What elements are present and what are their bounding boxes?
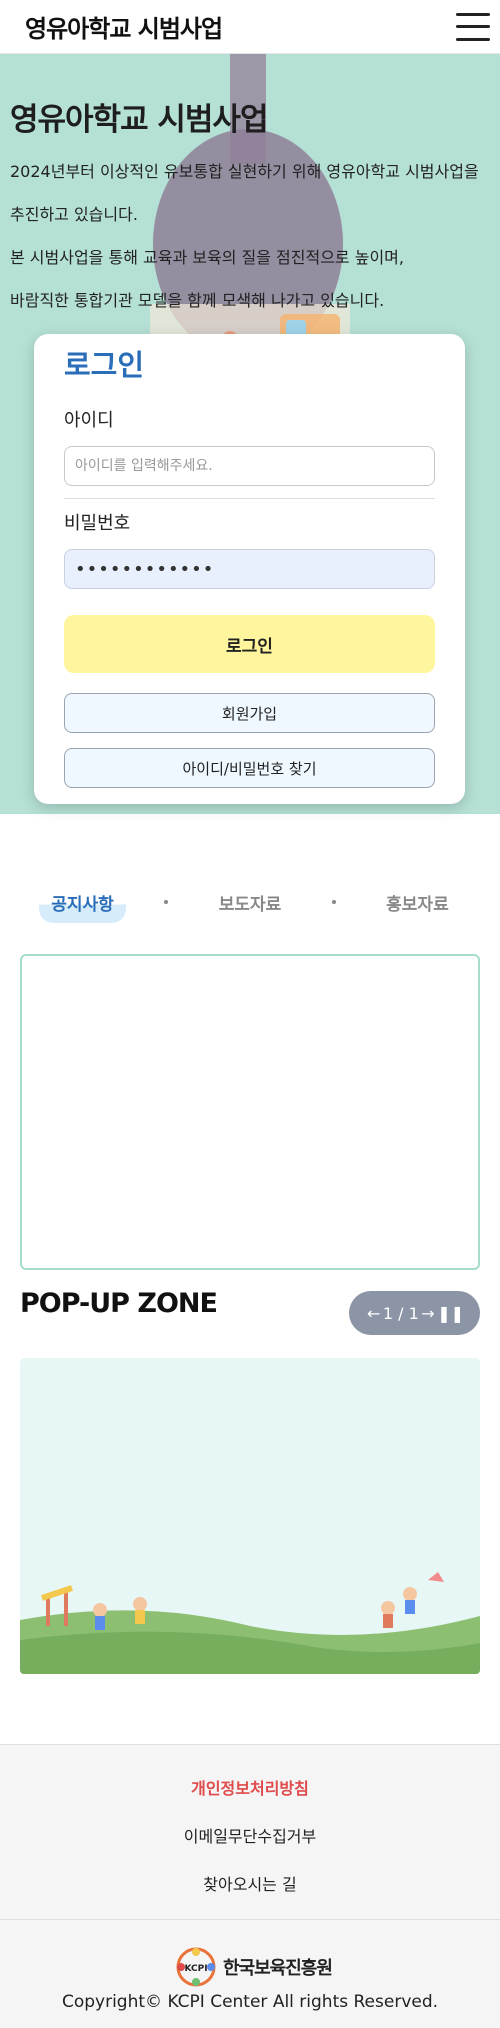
footer-links: 개인정보처리방침 이메일무단수집거부 찾아오시는 길 [0,1744,500,1920]
popup-banner-illustration [20,1572,480,1674]
password-label: 비밀번호 [64,513,131,534]
tab-separator [331,900,336,904]
hero-text: 영유아학교 시범사업 2024년부터 이상적인 유보통합 실현하기 위해 영유아… [10,94,495,333]
site-header: 영유아학교 시범사업 [0,0,500,54]
find-account-button[interactable]: 아이디/비밀번호 찾기 [64,748,435,788]
password-input[interactable] [64,549,435,589]
hero-desc-line: 2024년부터 이상적인 유보통합 실현하기 위해 영유아학교 시범사업을 [10,162,479,181]
privacy-policy-link[interactable]: 개인정보처리방침 [0,1775,500,1799]
popup-banner[interactable] [20,1358,480,1674]
hero-title: 영유아학교 시범사업 [10,102,268,138]
site-title[interactable]: 영유아학교 시범사업 [25,9,223,44]
footer-bottom: KCPI 한국보육진흥원 Copyright© KCPI Center All … [0,1920,500,2028]
id-label: 아이디 [64,410,114,431]
email-refusal-link[interactable]: 이메일무단수집거부 [0,1823,500,1847]
signup-button[interactable]: 회원가입 [64,693,435,733]
tab-press[interactable]: 보도자료 [207,882,294,923]
org-name: 한국보육진흥원 [223,1958,333,1979]
notice-list-panel [20,954,480,1270]
hero-desc-line: 본 시범사업을 통해 교육과 보육의 질을 점진적으로 높이며, [10,248,404,267]
org-logo: KCPI 한국보육진흥원 [175,1946,333,1988]
copyright: Copyright© KCPI Center All rights Reserv… [61,1992,439,2012]
next-arrow-icon[interactable]: → [421,1304,434,1323]
popup-counter: 1 / 1 [382,1303,419,1323]
hero-desc-line: 바람직한 통합기관 모델을 함께 모색해 나가고 있습니다. [10,291,385,310]
login-button[interactable]: 로그인 [64,615,435,673]
divider [64,498,435,499]
menu-icon[interactable] [456,12,490,41]
id-input[interactable] [64,446,435,486]
hero-description: 2024년부터 이상적인 유보통합 실현하기 위해 영유아학교 시범사업을 추진… [10,161,495,312]
login-title: 로그인 [64,348,145,382]
tab-promo[interactable]: 홍보자료 [374,882,461,923]
login-card: 로그인 아이디 비밀번호 로그인 회원가입 아이디/비밀번호 찾기 [34,334,465,804]
tab-notice[interactable]: 공지사항 [39,881,126,923]
popup-controls: ← 1 / 1 → ❚❚ [349,1291,480,1335]
kcpi-logo-icon: KCPI [176,1947,216,1987]
pause-icon[interactable]: ❚❚ [437,1304,464,1323]
hero-desc-line: 추진하고 있습니다. [10,205,138,224]
prev-arrow-icon[interactable]: ← [367,1304,380,1323]
tab-separator [164,900,169,904]
board-tabs: 공지사항 보도자료 홍보자료 [0,880,500,924]
popup-zone-title: POP-UP ZONE [20,1288,218,1319]
directions-link[interactable]: 찾아오시는 길 [0,1871,500,1895]
org-logo-text: KCPI [184,1964,207,1974]
